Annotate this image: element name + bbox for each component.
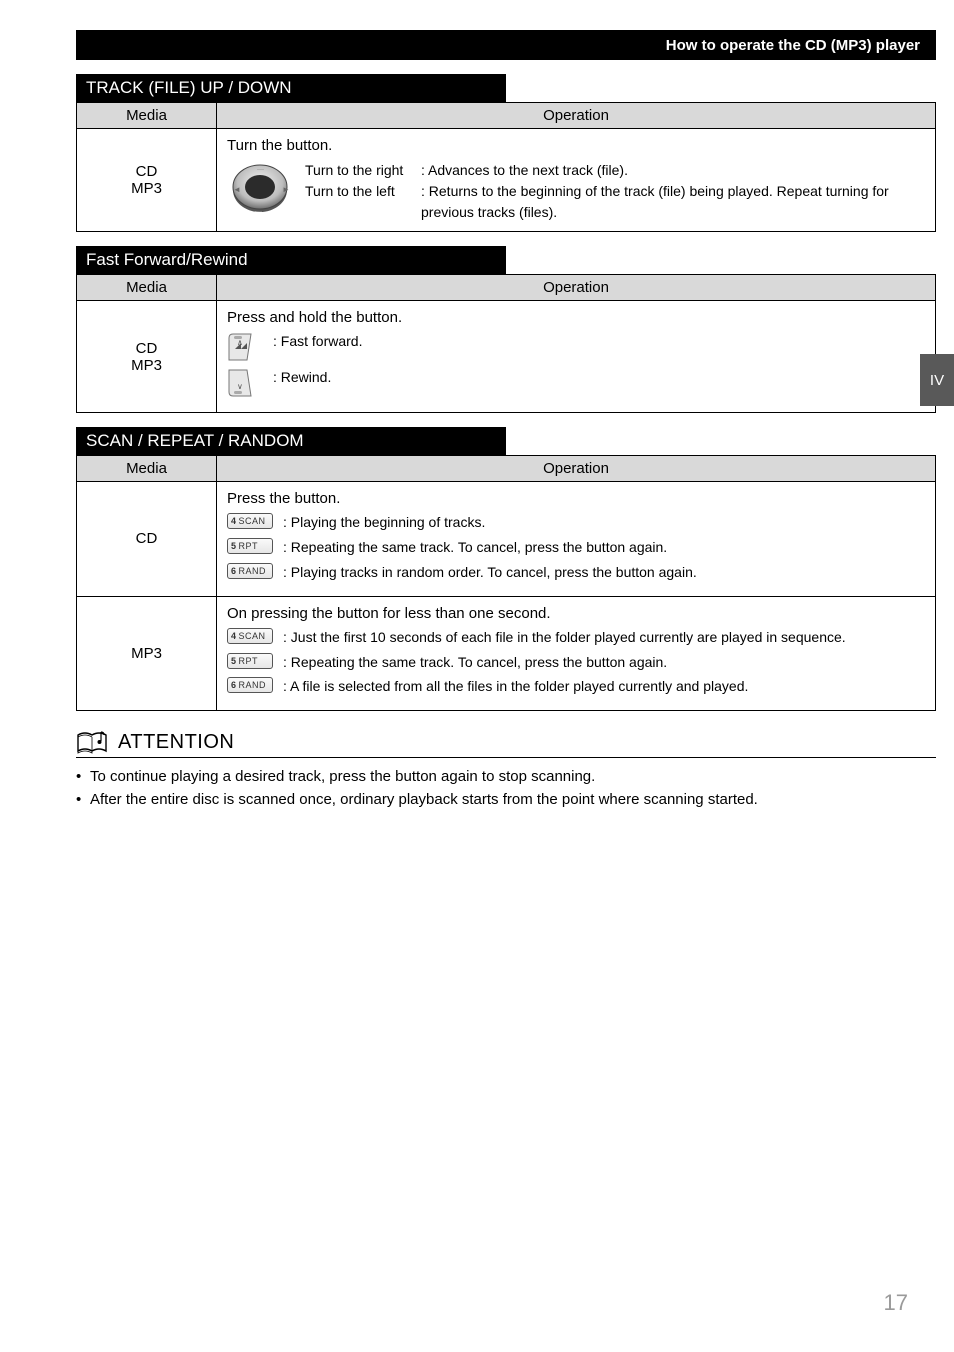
section-scan-repeat-random: SCAN / REPEAT / RANDOM Media Operation C… [76,427,908,711]
col-operation-header: Operation [217,275,936,301]
side-chapter-tab: IV [920,354,954,406]
media-cd: CD [87,530,206,547]
rand-key-icon: 6RAND [227,677,273,693]
cd-rand-text: : Playing tracks in random order. To can… [283,563,925,582]
rand-key-icon: 6RAND [227,563,273,579]
section-title: SCAN / REPEAT / RANDOM [76,427,506,455]
turn-left-text: : Returns to the beginning of the track … [421,181,925,223]
section-ff-rewind: Fast Forward/Rewind Media Operation CD M… [76,246,908,413]
rpt-key-icon: 5RPT [227,653,273,669]
mp3-rand-text: : A file is selected from all the files … [283,677,925,696]
media-cell-mp3: MP3 [77,596,217,711]
page-number: 17 [884,1290,908,1316]
operation-lead: Turn the button. [227,137,925,154]
svg-text:◄: ◄ [233,185,241,194]
operation-cell-cd: Press the button. 4SCAN : Playing the be… [217,482,936,597]
attention-block: ATTENTION To continue playing a desired … [76,729,936,811]
operation-lead: On pressing the button for less than one… [227,605,925,622]
svg-text:►: ► [282,185,290,194]
svg-text:∧: ∧ [237,338,243,347]
book-note-icon [76,729,110,755]
side-chapter-label: IV [930,372,944,389]
attention-title: ATTENTION [118,731,234,754]
operation-cell-mp3: On pressing the button for less than one… [217,596,936,711]
media-mp3: MP3 [87,180,206,197]
section-track-updown: TRACK (FILE) UP / DOWN Media Operation C… [76,74,908,232]
turn-right-text: : Advances to the next track (file). [421,160,628,181]
media-cell-cd: CD [77,482,217,597]
media-mp3: MP3 [87,645,206,662]
rw-text: : Rewind. [273,368,925,387]
svg-text:—: — [255,208,262,215]
rpt-key-icon: 5RPT [227,538,273,554]
media-cd: CD [87,340,206,357]
section-title: TRACK (FILE) UP / DOWN [76,74,506,102]
operation-cell: Press and hold the button. ∧ [217,301,936,413]
cd-scan-text: : Playing the beginning of tracks. [283,513,925,532]
col-media-header: Media [77,456,217,482]
svg-text:∨: ∨ [237,382,243,391]
attention-item: After the entire disc is scanned once, o… [76,789,936,812]
col-operation-header: Operation [217,456,936,482]
turn-instructions: Turn to the right : Advances to the next… [305,160,925,223]
attention-item: To continue playing a desired track, pre… [76,766,936,789]
operation-lead: Press the button. [227,490,925,507]
col-operation-header: Operation [217,103,936,129]
col-media-header: Media [77,275,217,301]
media-mp3: MP3 [87,357,206,374]
srr-table: Media Operation CD Press the button. 4SC… [76,455,936,711]
media-cell: CD MP3 [77,129,217,232]
mp3-rpt-text: : Repeating the same track. To cancel, p… [283,653,925,672]
up-button-icon: ∧ [227,332,255,362]
operation-lead: Press and hold the button. [227,309,925,326]
down-button-icon: ∨ [227,368,255,398]
header-title: How to operate the CD (MP3) player [666,37,920,54]
mp3-scan-text: : Just the first 10 seconds of each file… [283,628,925,647]
svg-text:—: — [257,166,264,173]
scan-key-icon: 4SCAN [227,513,273,529]
turn-left-label: Turn to the left [305,181,413,223]
header-bar: How to operate the CD (MP3) player [76,30,936,60]
rotary-knob-icon: ◄ ► — — [227,160,293,216]
col-media-header: Media [77,103,217,129]
media-cd: CD [87,163,206,180]
ff-text: : Fast forward. [273,332,925,351]
turn-right-label: Turn to the right [305,160,413,181]
operation-cell: Turn the button. [217,129,936,232]
track-table: Media Operation CD MP3 Turn the button. [76,102,936,232]
scan-key-icon: 4SCAN [227,628,273,644]
media-cell: CD MP3 [77,301,217,413]
section-title: Fast Forward/Rewind [76,246,506,274]
ffrw-table: Media Operation CD MP3 Press and hold th… [76,274,936,413]
cd-rpt-text: : Repeating the same track. To cancel, p… [283,538,925,557]
